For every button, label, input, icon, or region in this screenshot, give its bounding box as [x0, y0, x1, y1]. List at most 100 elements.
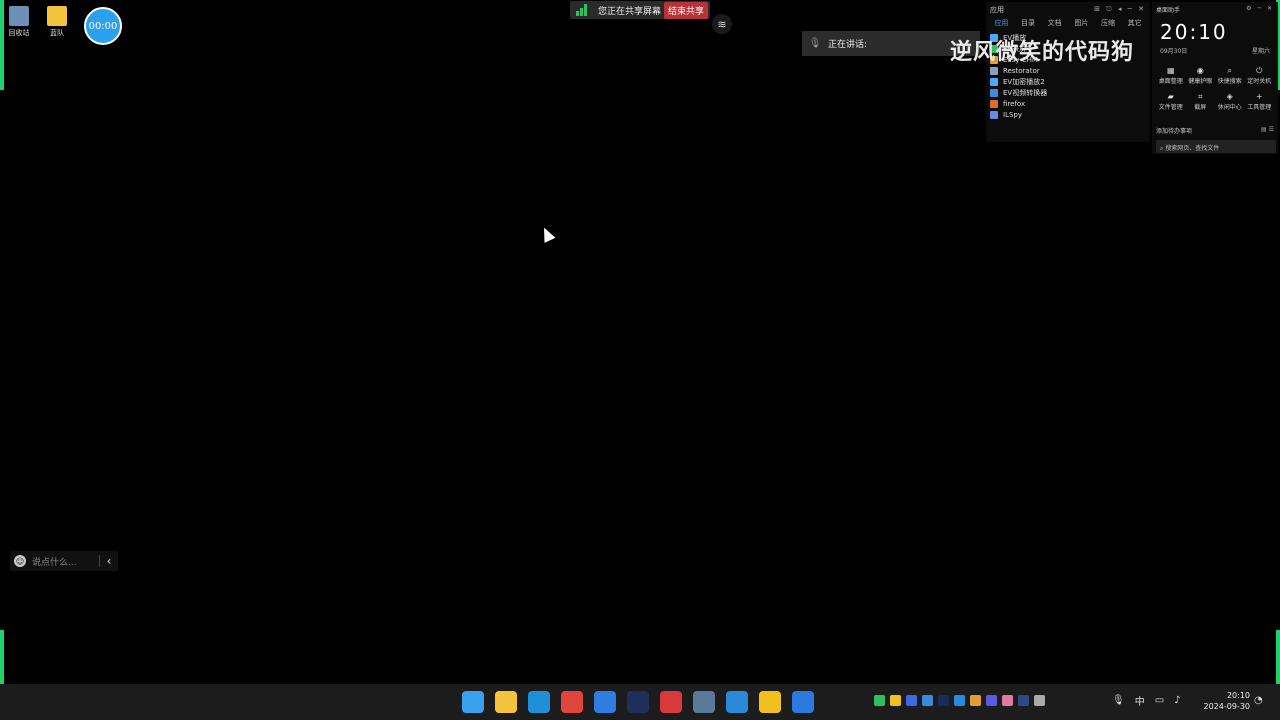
taskbar-apps	[462, 691, 814, 713]
tray-app-icon[interactable]	[922, 695, 933, 706]
visual-studio-icon[interactable]	[627, 691, 649, 713]
volume-icon[interactable]: ♪	[1174, 695, 1180, 706]
chevron-left-icon[interactable]: ‹	[100, 554, 118, 568]
crop-icon: ⌗	[1197, 92, 1203, 101]
microphone-icon[interactable]: 🎙	[1112, 695, 1125, 706]
emoji-icon[interactable]: ☺	[14, 555, 26, 567]
end-share-button[interactable]: 结束共享	[663, 1, 708, 19]
screen-share-bar: 您正在共享屏幕 结束共享	[570, 1, 710, 19]
tray-app-icon[interactable]	[874, 695, 885, 706]
desktop-icon-label: 回收站	[8, 29, 30, 37]
app-label: Restorator	[1003, 66, 1040, 75]
app-list-item[interactable]: firefox	[990, 98, 1146, 109]
taskbar-date: 2024-09-30	[1203, 702, 1251, 711]
tab-images[interactable]: 图片	[1068, 18, 1095, 28]
tool-power[interactable]: ⏻ 定时关机	[1245, 66, 1275, 85]
app-icon	[990, 99, 998, 108]
tool-label: 桌面整理	[1158, 78, 1183, 85]
recording-timer[interactable]: 00:00	[84, 7, 122, 45]
panel-controls[interactable]: ⊞ ⎋ ◂ ─ ✕	[1094, 5, 1146, 13]
tab-documents[interactable]: 文档	[1041, 18, 1068, 28]
edge-icon[interactable]	[528, 691, 550, 713]
assistant-clock: 20:10	[1160, 20, 1228, 44]
tray-app-icon[interactable]	[890, 695, 901, 706]
danmaku-input[interactable]: ☺ 说点什么... ‹	[10, 551, 118, 571]
app-list-item[interactable]: Restorator	[990, 65, 1146, 76]
todo-row[interactable]: 添加待办事项 ▤ ☰	[1156, 126, 1274, 135]
tool-label: 定时关机	[1247, 78, 1272, 85]
tool-row-2: ▰ 文件管理 ⌗ 截屏 ◈ 休闲中心 + 工具管理	[1156, 92, 1274, 111]
tray-app-icon[interactable]	[954, 695, 965, 706]
search-placeholder: 搜索网页、查找文件	[1165, 145, 1220, 152]
tab-archives[interactable]: 压缩	[1095, 18, 1122, 28]
app-launcher-panel: 应用 ⊞ ⎋ ◂ ─ ✕ 应用 目录 文档 图片 压缩 其它 EV播放 EV录屏 E…	[986, 2, 1150, 142]
tray-app-icon[interactable]	[938, 695, 949, 706]
tool-plus[interactable]: + 工具管理	[1245, 92, 1275, 111]
app-icon	[990, 88, 998, 97]
speaking-label: 正在讲话:	[828, 40, 868, 50]
app-label: EV视频转换器	[1003, 88, 1048, 97]
app-label: EV加密播放2	[1003, 77, 1045, 86]
system-icons: 🎙 中 ▭ ♪	[1112, 693, 1181, 708]
tab-apps[interactable]: 应用	[988, 18, 1015, 28]
app-icon	[990, 66, 998, 75]
tray-app-icon[interactable]	[1002, 695, 1013, 706]
chrome-icon[interactable]	[561, 691, 583, 713]
vmware-icon[interactable]	[726, 691, 748, 713]
taskbar-clock[interactable]: 20:10 2024-09-30	[1200, 690, 1251, 712]
desktop-icon-recycle-bin[interactable]: 回收站	[2, 6, 36, 38]
meeting-icon[interactable]	[792, 691, 814, 713]
network-icon[interactable]: ▭	[1155, 695, 1164, 706]
app-list-item[interactable]: EV加密播放2	[990, 76, 1146, 87]
tool-crop[interactable]: ⌗ 截屏	[1186, 92, 1216, 111]
tool-label: 工具管理	[1247, 104, 1272, 111]
plus-icon: +	[1255, 92, 1263, 101]
chat-placeholder: 说点什么...	[32, 557, 77, 568]
assistant-weekday: 星期六	[1251, 48, 1270, 55]
file-explorer-icon[interactable]	[495, 691, 517, 713]
panel-title: 应用	[990, 6, 1004, 14]
gamepad-icon: ◈	[1226, 92, 1233, 101]
app-list-item[interactable]: EV视频转换器	[990, 87, 1146, 98]
pinned-app-icon[interactable]	[594, 691, 616, 713]
power-icon: ⏻	[1256, 66, 1263, 75]
recycle-bin-icon	[9, 6, 29, 26]
taskbar-time: 20:10	[1226, 691, 1250, 700]
tool-label: 健康护眼	[1188, 78, 1213, 85]
redis-icon[interactable]	[660, 691, 682, 713]
tool-grid[interactable]: ▦ 桌面整理	[1156, 66, 1186, 85]
app-list-item[interactable]: ILSpy	[990, 109, 1146, 120]
tab-directory[interactable]: 目录	[1015, 18, 1042, 28]
app-icon	[990, 77, 998, 86]
app-label: firefox	[1003, 99, 1026, 108]
mouse-cursor-icon	[538, 225, 556, 243]
tray-app-icon[interactable]	[906, 695, 917, 706]
assistant-search-input[interactable]: ⌕ 搜索网页、查找文件	[1156, 140, 1276, 153]
list-view-icon[interactable]: ▤ ☰	[1261, 126, 1274, 135]
ime-indicator[interactable]: 中	[1135, 693, 1145, 708]
add-todo-button[interactable]: 添加待办事项	[1156, 126, 1192, 135]
notes-icon[interactable]	[759, 691, 781, 713]
layers-icon[interactable]: ≋	[712, 14, 732, 34]
tool-gamepad[interactable]: ◈ 休闲中心	[1215, 92, 1245, 111]
taskbar: 🎙 中 ▭ ♪ 20:10 2024-09-30 ◔	[0, 684, 1280, 720]
tool-label: 休闲中心	[1217, 104, 1242, 111]
tray-app-icon[interactable]	[986, 695, 997, 706]
eye-icon: ◉	[1196, 66, 1204, 75]
tray-app-icon[interactable]	[1018, 695, 1029, 706]
desktop-icon-folder[interactable]: 蓝队	[40, 6, 74, 38]
start-icon[interactable]	[462, 691, 484, 713]
system-tray	[874, 695, 1045, 706]
tray-app-icon[interactable]	[1034, 695, 1045, 706]
tray-app-icon[interactable]	[970, 695, 981, 706]
folder-icon: ▰	[1167, 92, 1174, 101]
signal-icon	[576, 4, 590, 16]
python-icon[interactable]	[693, 691, 715, 713]
notification-icon[interactable]: ◔	[1254, 695, 1263, 706]
tool-folder[interactable]: ▰ 文件管理	[1156, 92, 1186, 111]
assistant-title: 桌面助手	[1156, 7, 1181, 14]
tab-other[interactable]: 其它	[1121, 18, 1148, 28]
tool-search[interactable]: ⌕ 快捷搜索	[1215, 66, 1245, 85]
assistant-controls[interactable]: ⚙ ─ ✕	[1246, 5, 1274, 12]
tool-eye[interactable]: ◉ 健康护眼	[1186, 66, 1216, 85]
